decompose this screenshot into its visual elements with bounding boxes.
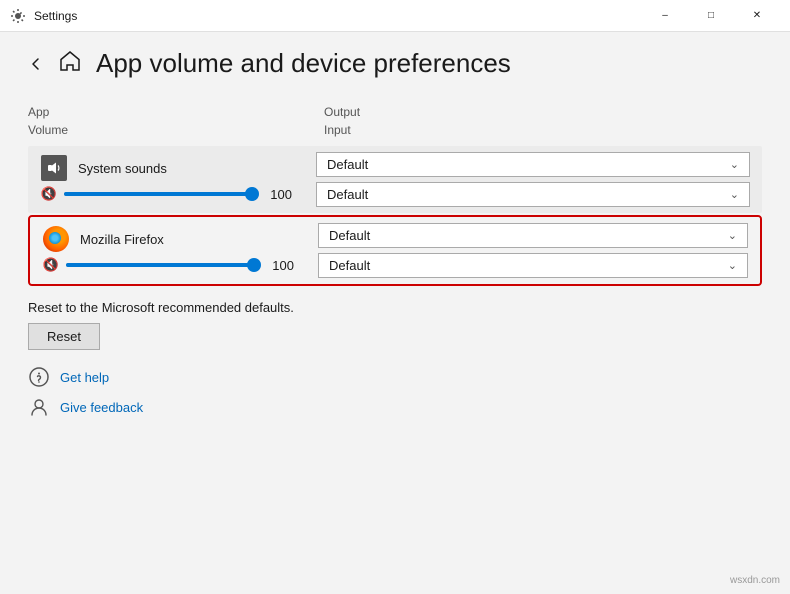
window-controls: – □ ✕ <box>642 0 780 32</box>
mozilla-firefox-input-dropdown[interactable]: Default ⌄ <box>318 253 748 278</box>
give-feedback-icon <box>28 396 50 418</box>
output-input-label: OutputInput <box>324 105 360 137</box>
home-icon <box>58 49 82 79</box>
title-bar-left: Settings <box>10 8 642 24</box>
mozilla-firefox-input-value: Default <box>329 258 370 273</box>
table-header: AppVolume OutputInput <box>28 103 762 142</box>
system-sounds-mute-icon[interactable]: 🔇 <box>40 186 58 202</box>
system-sounds-label: System sounds <box>78 161 167 176</box>
get-help-row[interactable]: Get help <box>28 366 762 388</box>
system-sounds-output-value: Default <box>327 157 368 172</box>
watermark: wsxdn.com <box>730 575 780 586</box>
main-content: App volume and device preferences AppVol… <box>0 32 790 594</box>
system-sounds-left: System sounds 🔇 100 <box>28 146 304 213</box>
title-bar-title: Settings <box>34 9 77 23</box>
mozilla-firefox-output-chevron: ⌄ <box>728 229 737 242</box>
system-sounds-name-row: System sounds <box>40 154 292 182</box>
give-feedback-link[interactable]: Give feedback <box>60 400 143 415</box>
mozilla-firefox-icon-box <box>42 225 70 253</box>
mozilla-firefox-label: Mozilla Firefox <box>80 232 164 247</box>
mozilla-firefox-slider[interactable] <box>66 263 260 267</box>
mozilla-firefox-mute-icon[interactable]: 🔇 <box>42 257 60 273</box>
mozilla-firefox-left: Mozilla Firefox 🔇 100 <box>30 217 306 284</box>
mozilla-firefox-volume-row: 🔇 100 <box>42 257 294 273</box>
title-bar: Settings – □ ✕ <box>0 0 790 32</box>
app-volume-label: AppVolume <box>28 105 68 137</box>
reset-text: Reset to the Microsoft recommended defau… <box>28 300 762 315</box>
maximize-button[interactable]: □ <box>688 0 734 32</box>
system-sounds-right: Default ⌄ Default ⌄ <box>304 146 762 213</box>
get-help-icon <box>28 366 50 388</box>
system-sounds-slider[interactable] <box>64 192 258 196</box>
reset-button[interactable]: Reset <box>28 323 100 350</box>
system-sounds-input-value: Default <box>327 187 368 202</box>
col-app-label: AppVolume <box>28 103 308 138</box>
system-sounds-output-dropdown[interactable]: Default ⌄ <box>316 152 750 177</box>
system-sounds-row: System sounds 🔇 100 Default ⌄ Default ⌄ <box>28 146 762 213</box>
close-button[interactable]: ✕ <box>734 0 780 32</box>
system-sounds-volume-row: 🔇 100 <box>40 186 292 202</box>
system-sounds-output-chevron: ⌄ <box>730 158 739 171</box>
mozilla-firefox-output-dropdown[interactable]: Default ⌄ <box>318 223 748 248</box>
page-header: App volume and device preferences <box>28 48 762 79</box>
back-button[interactable] <box>28 56 44 72</box>
system-sounds-icon-box <box>40 154 68 182</box>
system-sounds-input-chevron: ⌄ <box>730 188 739 201</box>
settings-window-icon <box>10 8 26 24</box>
mozilla-firefox-right: Default ⌄ Default ⌄ <box>306 217 760 284</box>
mozilla-firefox-name-row: Mozilla Firefox <box>42 225 294 253</box>
firefox-icon <box>43 226 69 252</box>
reset-section: Reset to the Microsoft recommended defau… <box>28 300 762 350</box>
mozilla-firefox-row: Mozilla Firefox 🔇 100 Default ⌄ Default … <box>28 215 762 286</box>
system-sounds-volume-value: 100 <box>264 187 292 202</box>
minimize-button[interactable]: – <box>642 0 688 32</box>
mozilla-firefox-volume-value: 100 <box>266 258 294 273</box>
system-sounds-icon <box>41 155 67 181</box>
mozilla-firefox-output-value: Default <box>329 228 370 243</box>
page-title: App volume and device preferences <box>96 48 511 79</box>
system-sounds-input-dropdown[interactable]: Default ⌄ <box>316 182 750 207</box>
mozilla-firefox-input-chevron: ⌄ <box>728 259 737 272</box>
give-feedback-row[interactable]: Give feedback <box>28 396 762 418</box>
col-output-input-label: OutputInput <box>308 103 762 138</box>
get-help-link[interactable]: Get help <box>60 370 109 385</box>
footer-links: Get help Give feedback <box>28 366 762 418</box>
